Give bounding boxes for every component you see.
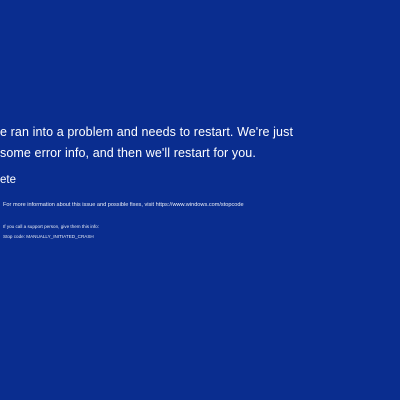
error-message-line-2: some error info, and then we'll restart … <box>0 146 256 160</box>
progress-status: ete <box>0 174 16 186</box>
error-message-line-1: e ran into a problem and needs to restar… <box>0 125 294 139</box>
bsod-screen: e ran into a problem and needs to restar… <box>0 0 400 400</box>
more-info-text: For more information about this issue an… <box>3 202 244 208</box>
support-info-label: If you call a support person, give them … <box>3 224 100 229</box>
stop-code: Stop code: MANUALLY_INITIATED_CRASH <box>3 234 94 239</box>
